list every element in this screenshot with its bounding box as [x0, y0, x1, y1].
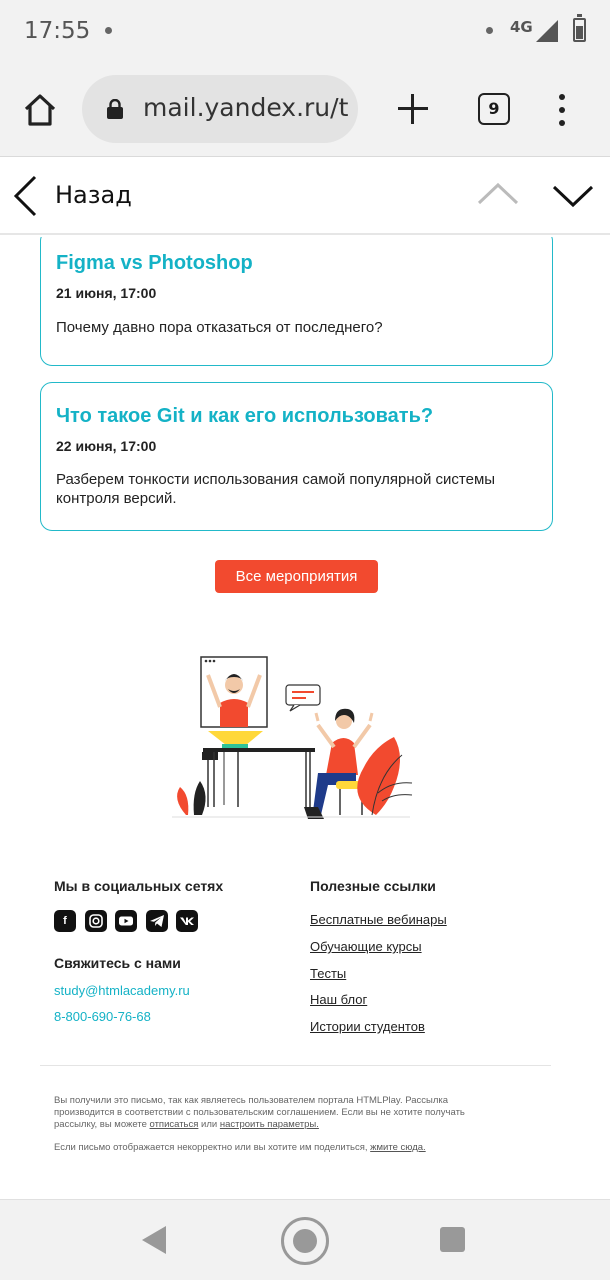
links-heading: Полезные ссылки: [310, 878, 436, 894]
tab-switcher-button[interactable]: 9: [478, 93, 510, 125]
network-type: 4G: [510, 18, 533, 36]
telegram-icon[interactable]: [146, 910, 168, 932]
lock-icon: [107, 99, 123, 119]
nav-home-icon[interactable]: [281, 1217, 329, 1265]
browser-toolbar: mail.yandex.ru/touch 9: [0, 62, 610, 157]
link-courses[interactable]: Обучающие курсы: [310, 939, 422, 954]
chevron-left-icon[interactable]: [12, 174, 38, 218]
legal-text: или: [201, 1119, 218, 1130]
footer-divider: [40, 1065, 551, 1066]
event-card: Что такое Git и как его использовать? 22…: [40, 382, 553, 531]
mail-header: Назад: [0, 157, 610, 235]
legal-share-notice: Если письмо отображается некорректно или…: [54, 1142, 510, 1154]
status-bar: 17:55 4G: [0, 0, 610, 62]
phone-screen: 17:55 4G mail.yandex.ru/touch 9 Назад: [0, 0, 610, 1280]
event-card: Figma vs Photoshop 21 июня, 17:00 Почему…: [40, 237, 553, 366]
event-title[interactable]: Что такое Git и как его использовать?: [56, 405, 433, 428]
signal-icon: [536, 20, 558, 42]
event-description: Разберем тонкости использования самой по…: [56, 471, 496, 507]
next-message-chevron-down-icon[interactable]: [551, 183, 595, 209]
event-title[interactable]: Figma vs Photoshop: [56, 252, 253, 275]
social-heading: Мы в социальных сетях: [54, 878, 224, 894]
youtube-icon[interactable]: [115, 910, 137, 932]
legal-text: Если письмо отображается некорректно или…: [54, 1142, 368, 1153]
more-menu-icon[interactable]: [556, 94, 568, 126]
event-date: 21 июня, 17:00: [56, 285, 157, 301]
link-tests[interactable]: Тесты: [310, 966, 346, 981]
instagram-icon[interactable]: [85, 910, 107, 932]
view-in-browser-link[interactable]: жмите сюда.: [370, 1142, 426, 1153]
facebook-icon[interactable]: f: [54, 910, 76, 932]
home-icon[interactable]: [20, 90, 60, 130]
email-link[interactable]: study@htmlacademy.ru: [54, 983, 190, 998]
url-bar[interactable]: mail.yandex.ru/touch: [82, 75, 358, 143]
notification-dot-icon: [105, 27, 112, 34]
email-body: Figma vs Photoshop 21 июня, 17:00 Почему…: [0, 237, 610, 1199]
notification-dot-icon: [486, 27, 493, 34]
back-button[interactable]: Назад: [55, 181, 132, 209]
status-time: 17:55: [24, 18, 91, 44]
event-date: 22 июня, 17:00: [56, 438, 157, 454]
system-navigation-bar: [0, 1199, 610, 1280]
nav-recent-apps-icon[interactable]: [440, 1227, 465, 1252]
event-description: Почему давно пора отказаться от последне…: [56, 319, 383, 336]
legal-notice: Вы получили это письмо, так как являетес…: [54, 1095, 510, 1131]
unsubscribe-link[interactable]: отписаться: [150, 1119, 199, 1130]
link-blog[interactable]: Наш блог: [310, 992, 367, 1007]
link-student-stories[interactable]: Истории студентов: [310, 1019, 425, 1034]
contact-heading: Свяжитесь с нами: [54, 955, 181, 971]
vk-icon[interactable]: [176, 910, 198, 932]
phone-link[interactable]: 8-800-690-76-68: [54, 1009, 151, 1024]
settings-link[interactable]: настроить параметры.: [220, 1119, 319, 1130]
url-text[interactable]: mail.yandex.ru/touch: [143, 93, 348, 122]
battery-icon: [573, 14, 586, 42]
new-tab-button[interactable]: [398, 94, 428, 124]
all-events-button[interactable]: Все мероприятия: [215, 560, 378, 593]
webinar-illustration: [172, 656, 413, 819]
nav-back-icon[interactable]: [142, 1226, 166, 1254]
previous-message-chevron-up-icon[interactable]: [476, 181, 520, 207]
link-free-webinars[interactable]: Бесплатные вебинары: [310, 912, 447, 927]
